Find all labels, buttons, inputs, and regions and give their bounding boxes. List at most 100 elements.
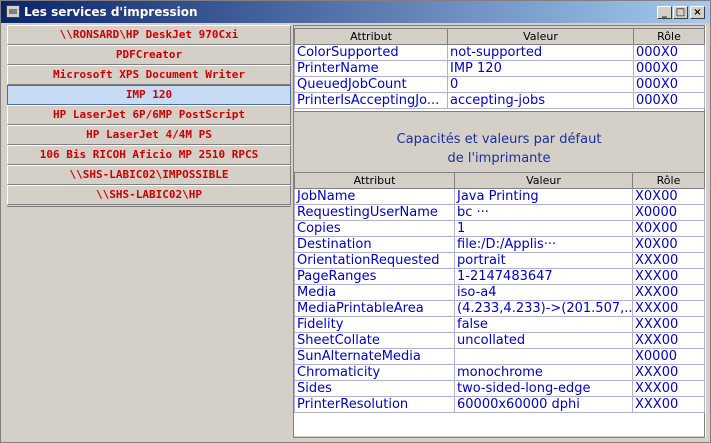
defaults-cell-value[interactable]: two-sided-long-edge: [454, 380, 633, 397]
defaults-cell-role[interactable]: XXX00: [632, 316, 705, 333]
attributes-cell-attribute[interactable]: QueuedJobCount: [294, 76, 448, 93]
printer-details-panel: Attribut Valeur Rôle ColorSupported not-sup…: [293, 25, 705, 438]
defaults-cell-role[interactable]: X0X00: [632, 220, 705, 237]
defaults-header-value[interactable]: Valeur: [454, 172, 633, 189]
printer-item[interactable]: Microsoft XPS Document Writer: [7, 65, 291, 85]
defaults-header-role[interactable]: Rôle: [632, 172, 705, 189]
attributes-cell-value[interactable]: not-supported: [447, 44, 634, 61]
printer-item[interactable]: HP LaserJet 4/4M PS: [7, 125, 291, 145]
defaults-cell-attribute[interactable]: Sides: [294, 380, 455, 397]
defaults-cell-value[interactable]: monochrome: [454, 364, 633, 381]
capabilities-caption: Capacités et valeurs par défaut de l'imp…: [294, 130, 704, 168]
attributes-cell-role[interactable]: 000X0: [633, 44, 705, 61]
defaults-cell-attribute[interactable]: OrientationRequested: [294, 252, 455, 269]
defaults-row[interactable]: Chromaticity monochrome XXX00: [294, 364, 705, 381]
defaults-row[interactable]: Destination file:/D:/Applis··· X0X00: [294, 236, 705, 253]
attributes-header-value[interactable]: Valeur: [447, 28, 634, 45]
attributes-cell-role[interactable]: 000X0: [633, 60, 705, 77]
defaults-cell-value[interactable]: file:/D:/Applis···: [454, 236, 633, 253]
defaults-cell-attribute[interactable]: JobName: [294, 188, 455, 205]
defaults-cell-value[interactable]: uncollated: [454, 332, 633, 349]
defaults-row[interactable]: OrientationRequested portrait XXX00: [294, 252, 705, 269]
defaults-cell-value[interactable]: portrait: [454, 252, 633, 269]
defaults-cell-role[interactable]: X0X00: [632, 188, 705, 205]
defaults-cell-attribute[interactable]: RequestingUserName: [294, 204, 455, 221]
defaults-cell-role[interactable]: XXX00: [632, 396, 705, 413]
attributes-row[interactable]: QueuedJobCount 0 000X0: [294, 76, 705, 93]
window-icon: [6, 5, 20, 18]
defaults-cell-role[interactable]: XXX00: [632, 284, 705, 301]
attributes-cell-attribute[interactable]: ColorSupported: [294, 44, 448, 61]
close-button[interactable]: ×: [690, 6, 705, 19]
defaults-cell-attribute[interactable]: SheetCollate: [294, 332, 455, 349]
defaults-cell-attribute[interactable]: SunAlternateMedia: [294, 348, 455, 365]
attributes-row[interactable]: PrinterName IMP 120 000X0: [294, 60, 705, 77]
defaults-cell-value[interactable]: bc ···: [454, 204, 633, 221]
maximize-button[interactable]: □: [673, 6, 688, 19]
printer-item[interactable]: PDFCreator: [7, 45, 291, 65]
defaults-header-attribute[interactable]: Attribut: [294, 172, 455, 189]
defaults-cell-role[interactable]: XXX00: [632, 252, 705, 269]
defaults-cell-value[interactable]: 1: [454, 220, 633, 237]
defaults-cell-role[interactable]: X0000: [632, 348, 705, 365]
attributes-row[interactable]: PrinterIsAcceptingJo... accepting-jobs 000…: [294, 92, 705, 109]
attributes-cell-role[interactable]: 000X0: [633, 76, 705, 93]
printer-list-bottom-border: [7, 206, 291, 207]
defaults-cell-value[interactable]: (4.233,4.233)->(201.507,...: [454, 300, 633, 317]
printer-item[interactable]: 106 Bis RICOH Aficio MP 2510 RPCS: [7, 145, 291, 165]
defaults-cell-value[interactable]: [454, 348, 633, 365]
defaults-cell-role[interactable]: XXX00: [632, 364, 705, 381]
defaults-cell-attribute[interactable]: MediaPrintableArea: [294, 300, 455, 317]
defaults-row[interactable]: MediaPrintableArea (4.233,4.233)->(201.50…: [294, 300, 705, 317]
defaults-cell-attribute[interactable]: Chromaticity: [294, 364, 455, 381]
attributes-cell-value[interactable]: accepting-jobs: [447, 92, 634, 109]
defaults-row[interactable]: Media iso-a4 XXX00: [294, 284, 705, 301]
attributes-header-attribute[interactable]: Attribut: [294, 28, 448, 45]
attributes-cell-value[interactable]: IMP 120: [447, 60, 634, 77]
printer-item[interactable]: \\SHS-LABIC02\IMPOSSIBLE: [7, 165, 291, 185]
attributes-cell-attribute[interactable]: PrinterName: [294, 60, 448, 77]
defaults-cell-role[interactable]: XXX00: [632, 300, 705, 317]
defaults-cell-attribute[interactable]: PrinterResolution: [294, 396, 455, 413]
title-bar[interactable]: Les services d'impression _ □ ×: [1, 1, 710, 23]
defaults-cell-value[interactable]: false: [454, 316, 633, 333]
printer-item[interactable]: IMP 120: [7, 85, 291, 105]
defaults-row[interactable]: Fidelity false XXX00: [294, 316, 705, 333]
defaults-row[interactable]: Copies 1 X0X00: [294, 220, 705, 237]
defaults-row[interactable]: Sides two-sided-long-edge XXX00: [294, 380, 705, 397]
defaults-cell-value[interactable]: 60000x60000 dphi: [454, 396, 633, 413]
defaults-row[interactable]: PrinterResolution 60000x60000 dphi XXX00: [294, 396, 705, 413]
minimize-button[interactable]: _: [657, 6, 672, 19]
defaults-cell-role[interactable]: XXX00: [632, 268, 705, 285]
attributes-cell-attribute[interactable]: PrinterIsAcceptingJo...: [294, 92, 448, 109]
defaults-cell-attribute[interactable]: Copies: [294, 220, 455, 237]
defaults-row[interactable]: PageRanges 1-2147483647 XXX00: [294, 268, 705, 285]
caption-line-2: de l'imprimante: [447, 151, 551, 166]
defaults-row[interactable]: JobName Java Printing X0X00: [294, 188, 705, 205]
printer-item[interactable]: \\RONSARD\HP DeskJet 970Cxi: [7, 25, 291, 45]
printer-item[interactable]: \\SHS-LABIC02\HP: [7, 185, 291, 205]
defaults-cell-value[interactable]: Java Printing: [454, 188, 633, 205]
printer-item[interactable]: HP LaserJet 6P/6MP PostScript: [7, 105, 291, 125]
attributes-table: Attribut Valeur Rôle ColorSupported not-sup…: [294, 28, 705, 109]
defaults-cell-role[interactable]: X0000: [632, 204, 705, 221]
defaults-cell-role[interactable]: X0X00: [632, 236, 705, 253]
defaults-cell-attribute[interactable]: Fidelity: [294, 316, 455, 333]
defaults-row[interactable]: RequestingUserName bc ··· X0000: [294, 204, 705, 221]
defaults-row[interactable]: SheetCollate uncollated XXX00: [294, 332, 705, 349]
defaults-cell-value[interactable]: 1-2147483647: [454, 268, 633, 285]
caption-line-1: Capacités et valeurs par défaut: [396, 132, 602, 147]
defaults-row[interactable]: SunAlternateMedia X0000: [294, 348, 705, 365]
defaults-cell-role[interactable]: XXX00: [632, 332, 705, 349]
attributes-header-role[interactable]: Rôle: [633, 28, 705, 45]
attributes-table-box: Attribut Valeur Rôle ColorSupported not-sup…: [294, 28, 705, 111]
defaults-cell-value[interactable]: iso-a4: [454, 284, 633, 301]
defaults-cell-attribute[interactable]: Media: [294, 284, 455, 301]
printer-list: \\RONSARD\HP DeskJet 970Cxi PDFCreator Mic…: [7, 25, 291, 205]
attributes-cell-role[interactable]: 000X0: [633, 92, 705, 109]
defaults-cell-role[interactable]: XXX00: [632, 380, 705, 397]
defaults-cell-attribute[interactable]: PageRanges: [294, 268, 455, 285]
attributes-row[interactable]: ColorSupported not-supported 000X0: [294, 44, 705, 61]
defaults-cell-attribute[interactable]: Destination: [294, 236, 455, 253]
attributes-cell-value[interactable]: 0: [447, 76, 634, 93]
